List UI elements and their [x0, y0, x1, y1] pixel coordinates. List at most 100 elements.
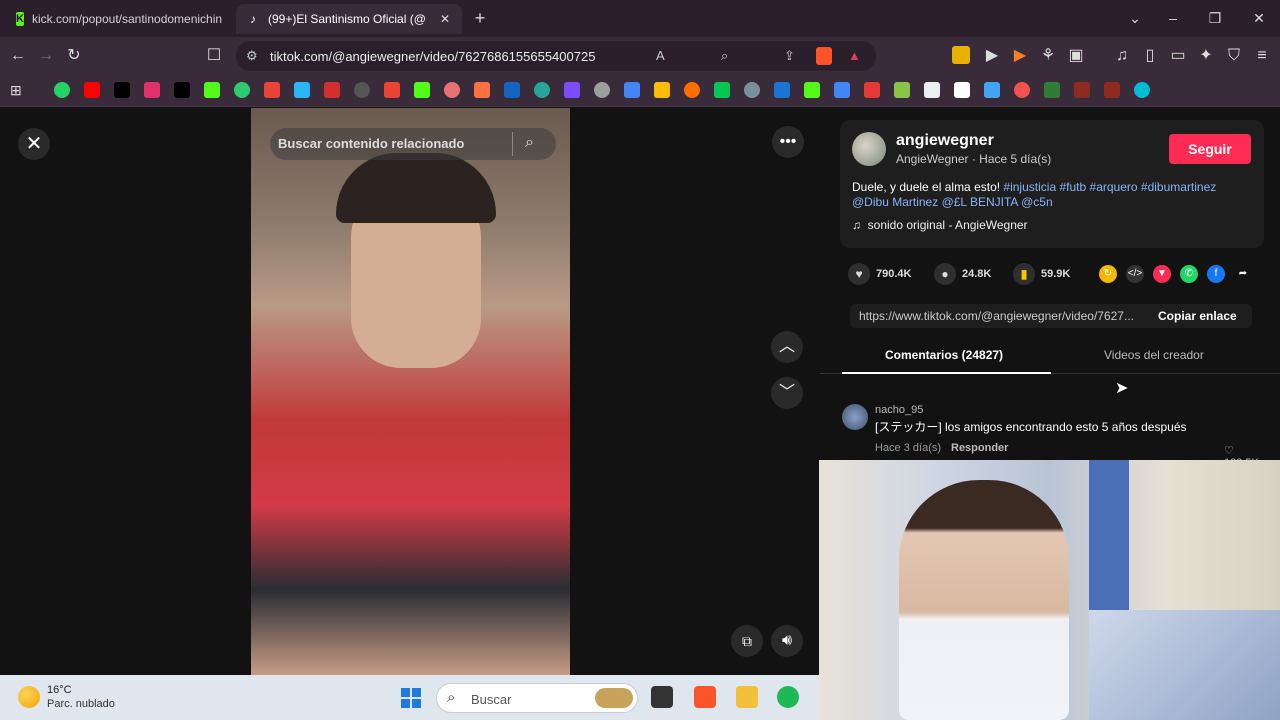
brave-shields-icon[interactable]: [816, 47, 832, 65]
kick-bookmark-icon[interactable]: [804, 82, 820, 98]
share-icon[interactable]: ⇪: [784, 48, 795, 64]
tab-kick[interactable]: K kick.com/popout/santinodomenichin: [6, 4, 232, 34]
search-icon[interactable]: ⌕: [525, 134, 534, 152]
bookmark-icon[interactable]: [324, 82, 340, 98]
back-icon[interactable]: ←: [8, 46, 28, 66]
bookmark-icon[interactable]: [1014, 82, 1030, 98]
reload-icon[interactable]: ↻: [64, 46, 84, 66]
bookmark-icon[interactable]: ☐: [204, 46, 224, 66]
forward-icon[interactable]: →: [36, 46, 56, 66]
docs-bookmark-icon[interactable]: [834, 82, 850, 98]
x-bookmark-icon[interactable]: [174, 82, 190, 98]
more-options-icon[interactable]: •••: [772, 126, 804, 158]
bookmark-icon[interactable]: [594, 82, 610, 98]
minimize-icon[interactable]: –: [1163, 8, 1183, 28]
hashtag-link[interactable]: #futb: [1059, 180, 1086, 194]
play-extension-icon[interactable]: ▶: [1010, 46, 1030, 66]
instagram-bookmark-icon[interactable]: [144, 82, 160, 98]
bookmark-icon[interactable]: [294, 82, 310, 98]
bookmark-icon[interactable]: [564, 82, 580, 98]
send-icon[interactable]: ▼: [1153, 265, 1171, 283]
mention-link[interactable]: @£L BENJITA: [942, 195, 1018, 209]
gmail-bookmark-icon[interactable]: [264, 82, 280, 98]
apps-grid-icon[interactable]: ⊞: [10, 82, 26, 98]
download-bookmark-icon[interactable]: [894, 82, 910, 98]
share-arrow-icon[interactable]: ➦: [1234, 265, 1252, 283]
bookmark-icon[interactable]: [354, 82, 370, 98]
hashtag-link[interactable]: #dibumartinez: [1141, 180, 1216, 194]
play-extension-icon[interactable]: ▶: [982, 46, 1002, 66]
download-bookmark-icon[interactable]: [984, 82, 1000, 98]
tiktok-bookmark-icon[interactable]: [114, 82, 130, 98]
bookmark-icon[interactable]: [534, 82, 550, 98]
bookmark-icon[interactable]: [1104, 82, 1120, 98]
like-button[interactable]: ♥ 790.4K: [848, 263, 911, 285]
bookmark-icon[interactable]: [1134, 82, 1150, 98]
hashtag-link[interactable]: #injusticia: [1003, 180, 1056, 194]
close-icon[interactable]: ✕: [18, 128, 50, 160]
translate-icon[interactable]: A: [656, 48, 665, 63]
task-view-icon[interactable]: [651, 686, 673, 708]
avatar[interactable]: [842, 404, 868, 430]
mention-link[interactable]: @c5n: [1021, 195, 1053, 209]
bookmark-icon[interactable]: [384, 82, 400, 98]
close-window-icon[interactable]: ✕: [1249, 8, 1269, 28]
site-settings-icon[interactable]: ⚙: [246, 48, 258, 64]
comment-username[interactable]: nacho_95: [875, 404, 923, 416]
username[interactable]: angiewegner: [896, 132, 994, 150]
media-icon[interactable]: ♫: [1112, 46, 1132, 66]
spotify-icon[interactable]: [777, 686, 799, 708]
file-explorer-icon[interactable]: [736, 686, 758, 708]
wallet-icon[interactable]: ▭: [1168, 46, 1188, 66]
search-related-input[interactable]: Buscar contenido relacionado ⌕: [270, 128, 556, 160]
mention-link[interactable]: @Dibu Martinez: [852, 195, 938, 209]
hashtag-link[interactable]: #arquero: [1090, 180, 1138, 194]
bookmark-icon[interactable]: [714, 82, 730, 98]
bookmark-icon[interactable]: [954, 82, 970, 98]
follow-button[interactable]: Seguir: [1169, 134, 1251, 164]
kick-bookmark-icon[interactable]: [414, 82, 430, 98]
brave-rewards-icon[interactable]: ▲: [848, 48, 861, 63]
chevron-up-icon[interactable]: ︿: [771, 331, 803, 363]
bookmark-icon[interactable]: [474, 82, 490, 98]
chevron-down-icon[interactable]: ﹀: [771, 377, 803, 409]
chevron-down-icon[interactable]: ⌄: [1125, 8, 1145, 28]
comment-button[interactable]: ● 24.8K: [934, 263, 991, 285]
drive-bookmark-icon[interactable]: [654, 82, 670, 98]
sidebar-icon[interactable]: ▯: [1140, 46, 1160, 66]
docs-bookmark-icon[interactable]: [624, 82, 640, 98]
reply-button[interactable]: Responder: [951, 442, 1008, 454]
weather-description[interactable]: Parc. nublado: [47, 698, 115, 710]
paypal-bookmark-icon[interactable]: [774, 82, 790, 98]
kick-bookmark-icon[interactable]: [204, 82, 220, 98]
maximize-icon[interactable]: ❐: [1205, 8, 1225, 28]
screenshot-icon[interactable]: ▣: [1066, 46, 1086, 66]
extension-icon[interactable]: [952, 46, 970, 64]
bookmark-icon[interactable]: [744, 82, 760, 98]
weather-icon[interactable]: [18, 686, 40, 708]
sound-link[interactable]: ♫ sonido original - AngieWegner: [852, 218, 1028, 232]
windows-start-icon[interactable]: [401, 688, 421, 708]
tab-creator-videos[interactable]: Videos del creador: [1104, 348, 1204, 362]
vpn-icon[interactable]: ⛉: [1224, 46, 1244, 66]
youtube-bookmark-icon[interactable]: [84, 82, 100, 98]
tab-tiktok[interactable]: ♪ (99+)El Santinismo Oficial (@ ✕: [236, 4, 462, 34]
taskbar-search[interactable]: ⌕ Buscar: [436, 683, 638, 713]
embed-icon[interactable]: </>: [1126, 265, 1144, 283]
zoom-icon[interactable]: ⌕: [721, 48, 728, 64]
bookmark-icon[interactable]: [504, 82, 520, 98]
close-tab-icon[interactable]: ✕: [440, 12, 450, 26]
facebook-icon[interactable]: f: [1207, 265, 1225, 283]
bookmark-icon[interactable]: [684, 82, 700, 98]
share-friends-icon[interactable]: ↻: [1099, 265, 1117, 283]
bookmark-icon[interactable]: [924, 82, 940, 98]
whatsapp-icon[interactable]: ✆: [1180, 265, 1198, 283]
bookmark-icon[interactable]: [1044, 82, 1060, 98]
whatsapp-bookmark-icon[interactable]: [54, 82, 70, 98]
save-button[interactable]: ▮ 59.9K: [1013, 263, 1070, 285]
copy-link-button[interactable]: Copiar enlace: [1158, 309, 1237, 323]
tab-comments[interactable]: Comentarios (24827): [885, 348, 1003, 362]
download-bookmark-icon[interactable]: [864, 82, 880, 98]
avatar[interactable]: [852, 132, 886, 166]
extensions-icon[interactable]: ⚘: [1038, 46, 1058, 66]
